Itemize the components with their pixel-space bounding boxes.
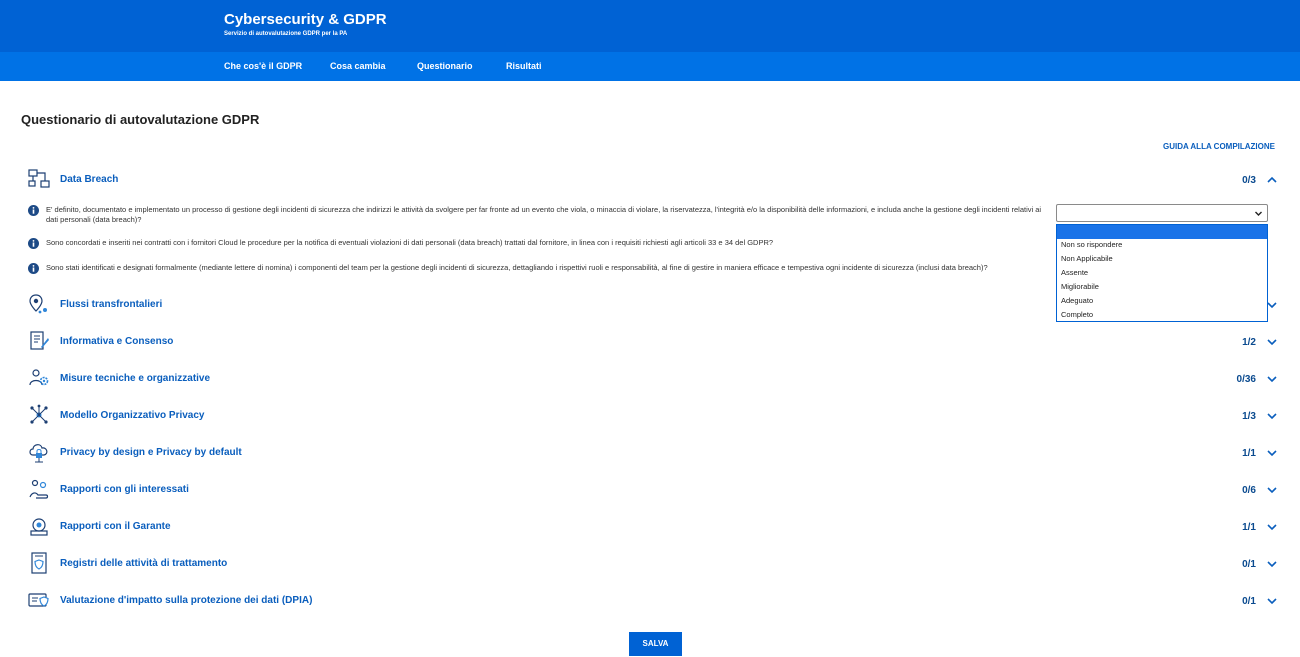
chevron-down-icon[interactable]: [1265, 520, 1279, 534]
register-shield-icon: [31, 552, 47, 574]
main-nav: Che cos'è il GDPR Cosa cambia Questionar…: [0, 52, 1300, 81]
section-label: Informativa e Consenso: [60, 336, 174, 347]
section-count: 1/3: [1242, 411, 1256, 422]
section-modello-organizzativo[interactable]: Modello Organizzativo Privacy 1/3: [20, 404, 1282, 428]
cloud-lock-icon: [29, 444, 48, 463]
section-dpia[interactable]: Valutazione d'impatto sulla protezione d…: [20, 589, 1282, 613]
section-rapporti-garante[interactable]: Rapporti con il Garante 1/1: [20, 515, 1282, 539]
card-shield-icon: [28, 593, 49, 607]
section-count: 1/2: [1242, 337, 1256, 348]
question-text: Sono stati identificati e designati form…: [46, 263, 988, 272]
chevron-down-icon[interactable]: [1265, 335, 1279, 349]
section-label: Modello Organizzativo Privacy: [60, 410, 205, 421]
section-count: 0/3: [1242, 175, 1256, 186]
nav-item-questionario[interactable]: Questionario: [417, 61, 473, 71]
dropdown-option[interactable]: Assente: [1057, 266, 1267, 280]
section-informativa-consenso[interactable]: Informativa e Consenso 1/2: [20, 330, 1282, 354]
dropdown-option[interactable]: Non Applicabile: [1057, 252, 1267, 266]
dropdown-option[interactable]: Migliorabile: [1057, 280, 1267, 294]
section-count: 0/6: [1242, 485, 1256, 496]
chevron-down-icon[interactable]: [1265, 446, 1279, 460]
nav-item-risultati[interactable]: Risultati: [506, 61, 542, 71]
answer-dropdown-list: Non so rispondere Non Applicabile Assent…: [1056, 224, 1268, 322]
chevron-down-icon[interactable]: [1265, 409, 1279, 423]
chevron-up-icon[interactable]: [1265, 173, 1279, 187]
info-icon[interactable]: [28, 263, 39, 274]
shield-badge-icon: [30, 518, 48, 536]
section-misure-tecniche[interactable]: Misure tecniche e organizzative 0/36: [20, 367, 1282, 391]
chevron-down-icon[interactable]: [1265, 372, 1279, 386]
answer-select[interactable]: [1056, 204, 1268, 222]
dropdown-option[interactable]: Adeguato: [1057, 294, 1267, 308]
document-pen-icon: [30, 331, 49, 350]
page-title: Questionario di autovalutazione GDPR: [21, 112, 260, 127]
network-icon: [28, 169, 50, 188]
question-text: Sono concordati e inseriti nei contratti…: [46, 238, 774, 247]
hub-icon: [30, 404, 48, 424]
nav-item-gdpr[interactable]: Che cos'è il GDPR: [224, 61, 302, 71]
section-label: Data Breach: [60, 174, 119, 185]
section-count: 0/36: [1236, 374, 1256, 385]
people-gear-icon: [29, 369, 49, 386]
section-label: Misure tecniche e organizzative: [60, 373, 211, 384]
section-label: Flussi transfrontalieri: [60, 299, 163, 310]
chevron-down-icon[interactable]: [1265, 483, 1279, 497]
section-count: 1/1: [1242, 522, 1256, 533]
dropdown-option[interactable]: Non so rispondere: [1057, 238, 1267, 252]
section-label: Registri delle attività di trattamento: [60, 558, 228, 569]
location-pin-icon: [29, 294, 47, 314]
info-icon[interactable]: [28, 238, 39, 249]
chevron-down-icon: [1255, 211, 1262, 216]
section-count: 0/1: [1242, 559, 1256, 570]
section-privacy-by-design[interactable]: Privacy by design e Privacy by default 1…: [20, 441, 1282, 465]
dropdown-option[interactable]: Completo: [1057, 308, 1267, 322]
chevron-down-icon[interactable]: [1265, 594, 1279, 608]
section-label: Privacy by design e Privacy by default: [60, 447, 242, 458]
section-rapporti-interessati[interactable]: Rapporti con gli interessati 0/6: [20, 478, 1282, 502]
save-button[interactable]: SALVA: [629, 632, 682, 656]
nav-item-cosa-cambia[interactable]: Cosa cambia: [330, 61, 386, 71]
guide-link[interactable]: GUIDA ALLA COMPILAZIONE: [1163, 142, 1275, 151]
section-label: Rapporti con gli interessati: [60, 484, 189, 495]
section-count: 1/1: [1242, 448, 1256, 459]
dropdown-option-empty[interactable]: [1057, 225, 1267, 239]
app-subtitle: Servizio di autovalutazione GDPR per la …: [224, 31, 348, 37]
section-count: 0/1: [1242, 596, 1256, 607]
section-label: Rapporti con il Garante: [60, 521, 171, 532]
section-label: Valutazione d'impatto sulla protezione d…: [60, 595, 313, 606]
section-data-breach[interactable]: Data Breach 0/3: [20, 168, 1282, 192]
question-text: E' definito, documentato e implementato …: [46, 205, 1042, 224]
app-title[interactable]: Cybersecurity & GDPR: [224, 11, 387, 28]
top-header: Cybersecurity & GDPR Servizio di autoval…: [0, 0, 1300, 52]
hand-people-icon: [29, 479, 49, 499]
chevron-down-icon[interactable]: [1265, 557, 1279, 571]
info-icon[interactable]: [28, 205, 39, 216]
section-registri-trattamento[interactable]: Registri delle attività di trattamento 0…: [20, 552, 1282, 576]
